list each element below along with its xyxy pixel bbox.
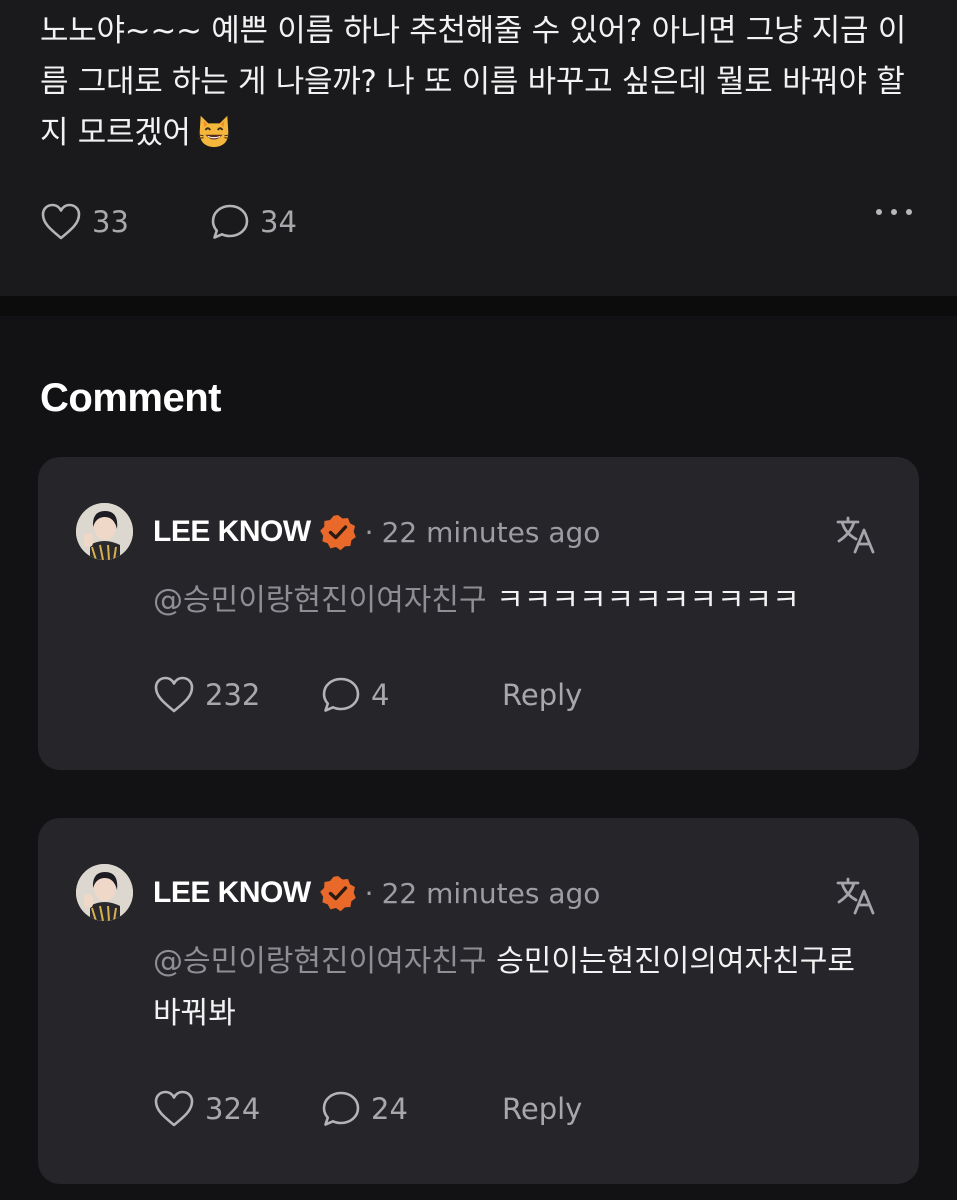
comment-bubble-icon [322, 677, 360, 712]
post-comment-button[interactable]: 34 [210, 197, 297, 247]
separator: · [364, 515, 374, 549]
heart-icon [41, 203, 81, 240]
comment-actions: 324 24 Reply [153, 1084, 853, 1134]
heart-icon [154, 1090, 194, 1127]
post: 노노야~~~ 예쁜 이름 하나 추천해줄 수 있어? 아니면 그냥 지금 이름 … [0, 0, 957, 296]
comment-author-row: LEE KNOW · 22 minutes ago [153, 514, 601, 551]
comment-actions: 232 4 Reply [153, 670, 853, 720]
mention-link[interactable]: @승민이랑현진이여자친구 [153, 583, 487, 618]
translate-icon[interactable] [835, 874, 877, 916]
comment-reply-count: 24 [371, 1092, 408, 1126]
separator: · [364, 876, 374, 910]
heart-icon [154, 676, 194, 713]
verified-badge-icon [319, 515, 356, 551]
avatar[interactable] [76, 864, 133, 921]
comment-text-content: ㅋㅋㅋㅋㅋㅋㅋㅋㅋㅋㅋ [486, 583, 800, 618]
post-text: 노노야~~~ 예쁜 이름 하나 추천해줄 수 있어? 아니면 그냥 지금 이름 … [40, 6, 920, 159]
avatar[interactable] [76, 503, 133, 560]
comment-card: LEE KNOW · 22 minutes ago @승민이랑현진이여자친구 ㅋ… [38, 457, 919, 770]
section-divider [0, 296, 957, 316]
post-like-count: 33 [92, 205, 129, 239]
comment-bubble-icon [211, 204, 249, 239]
author-name[interactable]: LEE KNOW [153, 876, 311, 910]
comment-like-count: 232 [205, 678, 261, 712]
post-comment-count: 34 [260, 205, 297, 239]
comment-bubble-icon [322, 1091, 360, 1126]
comment-author-row: LEE KNOW · 22 minutes ago [153, 875, 601, 912]
post-text-content: 노노야~~~ 예쁜 이름 하나 추천해줄 수 있어? 아니면 그냥 지금 이름 … [40, 13, 906, 151]
author-name[interactable]: LEE KNOW [153, 515, 311, 549]
translate-icon[interactable] [835, 513, 877, 555]
comment-timestamp: 22 minutes ago [381, 876, 601, 910]
comment-section-title: Comment [40, 376, 221, 420]
comment-timestamp: 22 minutes ago [381, 515, 601, 549]
reply-button[interactable]: Reply [502, 670, 582, 720]
comment-like-button[interactable]: 324 [153, 1084, 260, 1134]
comment-card: LEE KNOW · 22 minutes ago @승민이랑현진이여자친구 승… [38, 818, 919, 1184]
comment-like-count: 324 [205, 1092, 261, 1126]
comment-replies-button[interactable]: 4 [321, 670, 389, 720]
verified-badge-icon [319, 876, 356, 912]
post-like-button[interactable]: 33 [40, 197, 129, 247]
more-options-icon[interactable] [876, 209, 912, 215]
comment-text: @승민이랑현진이여자친구 ㅋㅋㅋㅋㅋㅋㅋㅋㅋㅋㅋ [153, 575, 883, 627]
reply-button[interactable]: Reply [502, 1084, 582, 1134]
mention-link[interactable]: @승민이랑현진이여자친구 [153, 944, 487, 979]
smiling-cat-face-icon [197, 115, 230, 148]
comment-reply-count: 4 [371, 678, 390, 712]
comment-text: @승민이랑현진이여자친구 승민이는현진이의여자친구로 바꿔봐 [153, 936, 873, 1040]
comment-like-button[interactable]: 232 [153, 670, 260, 720]
post-actions: 33 34 [40, 197, 920, 247]
comment-replies-button[interactable]: 24 [321, 1084, 408, 1134]
